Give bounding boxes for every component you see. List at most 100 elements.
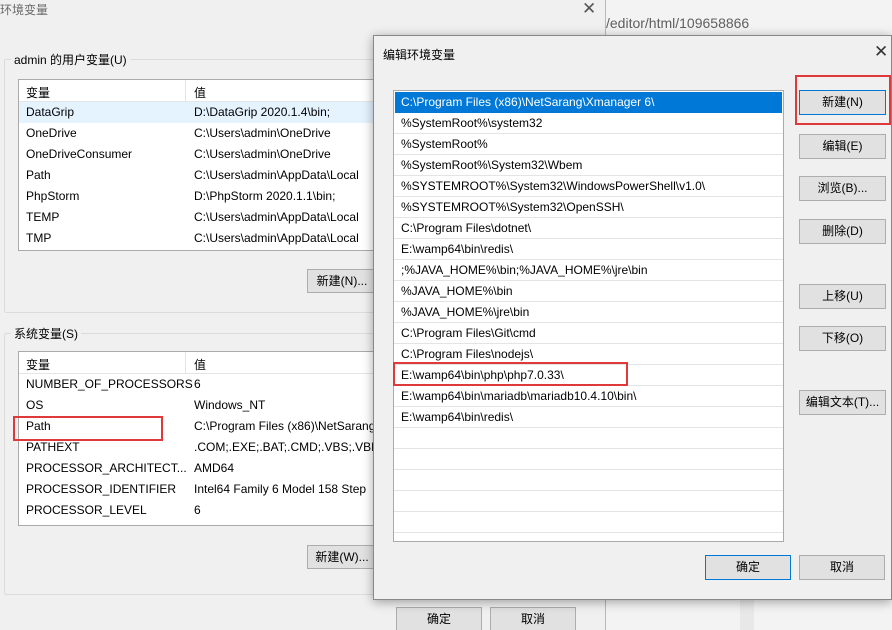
- edit-text-button[interactable]: 编辑文本(T)...: [799, 390, 886, 415]
- ok-button[interactable]: 确定: [705, 555, 791, 580]
- variable-name: OS: [26, 398, 44, 412]
- list-item[interactable]: C:\Program Files (x86)\NetSarang\Xmanage…: [395, 92, 782, 113]
- path-entries-list[interactable]: C:\Program Files (x86)\NetSarang\Xmanage…: [393, 90, 784, 542]
- list-item[interactable]: ;%JAVA_HOME%\bin;%JAVA_HOME%\jre\bin: [394, 260, 783, 281]
- table-row[interactable]: OneDriveConsumer C:\Users\admin\OneDrive: [19, 144, 377, 165]
- browse-button[interactable]: 浏览(B)...: [799, 176, 886, 201]
- list-item-empty[interactable]: [394, 470, 783, 491]
- variable-value: Windows_NT: [194, 398, 266, 412]
- close-icon[interactable]: ✕: [582, 0, 596, 19]
- list-item[interactable]: E:\wamp64\bin\redis\: [394, 239, 783, 260]
- variable-value: C:\Users\admin\AppData\Local: [194, 168, 359, 182]
- path-entry-text: %SystemRoot%\system32: [401, 116, 543, 130]
- path-entry-text: ;%JAVA_HOME%\bin;%JAVA_HOME%\jre\bin: [401, 263, 648, 277]
- variable-value: D:\DataGrip 2020.1.4\bin;: [194, 105, 331, 119]
- variable-name: DataGrip: [26, 105, 75, 119]
- list-header: 变量 值: [19, 352, 377, 374]
- variable-name: PROCESSOR_IDENTIFIER: [26, 482, 177, 496]
- list-item[interactable]: %SystemRoot%\System32\Wbem: [394, 155, 783, 176]
- list-item-empty[interactable]: [394, 491, 783, 512]
- variable-name: NUMBER_OF_PROCESSORS: [26, 377, 193, 391]
- list-item-empty[interactable]: [394, 428, 783, 449]
- list-item[interactable]: %SystemRoot%\system32: [394, 113, 783, 134]
- path-variable-highlight: [13, 416, 163, 441]
- move-down-button[interactable]: 下移(O): [799, 326, 886, 351]
- cancel-button[interactable]: 取消: [799, 555, 885, 580]
- path-entry-text: %SYSTEMROOT%\System32\OpenSSH\: [401, 200, 624, 214]
- column-divider[interactable]: [185, 352, 186, 374]
- php-path-highlight: [393, 362, 628, 386]
- env-dialog-title: 环境变量: [0, 3, 49, 17]
- variable-value: C:\Users\admin\OneDrive: [194, 147, 331, 161]
- list-item[interactable]: C:\Program Files\dotnet\: [394, 218, 783, 239]
- path-entry-text: E:\wamp64\bin\mariadb\mariadb10.4.10\bin…: [401, 389, 637, 403]
- path-entry-text: %SystemRoot%\System32\Wbem: [401, 158, 583, 172]
- list-item[interactable]: E:\wamp64\bin\mariadb\mariadb10.4.10\bin…: [394, 386, 783, 407]
- browser-scrollbar[interactable]: [740, 600, 754, 630]
- list-item[interactable]: %SystemRoot%: [394, 134, 783, 155]
- variable-name: TMP: [26, 231, 52, 245]
- path-entry-text: C:\Program Files\dotnet\: [401, 221, 532, 235]
- list-header: 变量 值: [19, 80, 377, 102]
- variable-name: PROCESSOR_ARCHITECT...: [26, 461, 187, 475]
- list-item[interactable]: %JAVA_HOME%\bin: [394, 281, 783, 302]
- move-up-button[interactable]: 上移(U): [799, 284, 886, 309]
- list-item-empty[interactable]: [394, 449, 783, 470]
- table-row[interactable]: Path C:\Users\admin\AppData\Local: [19, 165, 377, 186]
- table-row[interactable]: TMP C:\Users\admin\AppData\Local: [19, 228, 377, 249]
- table-row[interactable]: PROCESSOR_ARCHITECT... AMD64: [19, 458, 377, 479]
- table-row[interactable]: OS Windows_NT: [19, 395, 377, 416]
- table-row[interactable]: TEMP C:\Users\admin\AppData\Local: [19, 207, 377, 228]
- variable-value: 6: [194, 377, 201, 391]
- user-variables-label: admin 的用户变量(U): [14, 53, 127, 67]
- edit-dialog-title: 编辑环境变量: [383, 48, 456, 62]
- variable-value: C:\Program Files (x86)\NetSarang: [194, 419, 376, 433]
- list-item[interactable]: C:\Program Files\Git\cmd: [394, 323, 783, 344]
- path-entry-text: E:\wamp64\bin\redis\: [401, 410, 514, 424]
- system-new-button[interactable]: 新建(W)...: [307, 545, 377, 569]
- edit-path-button[interactable]: 编辑(E): [799, 134, 886, 159]
- variable-value: Intel64 Family 6 Model 158 Step: [194, 482, 367, 496]
- close-icon[interactable]: ✕: [874, 42, 888, 62]
- table-row[interactable]: PROCESSOR_LEVEL 6: [19, 500, 377, 521]
- variable-name: OneDrive: [26, 126, 77, 140]
- list-item[interactable]: %SYSTEMROOT%\System32\OpenSSH\: [394, 197, 783, 218]
- variable-value: D:\PhpStorm 2020.1.1\bin;: [194, 189, 336, 203]
- column-divider[interactable]: [185, 80, 186, 102]
- variable-value: .COM;.EXE;.BAT;.CMD;.VBS;.VBE: [194, 440, 378, 454]
- path-entry-text: %JAVA_HOME%\bin: [401, 284, 513, 298]
- table-row[interactable]: DataGrip D:\DataGrip 2020.1.4\bin;: [19, 102, 377, 123]
- path-entry-text: C:\Program Files\Git\cmd: [401, 326, 536, 340]
- variable-value: C:\Users\admin\OneDrive: [194, 126, 331, 140]
- list-item[interactable]: E:\wamp64\bin\redis\: [394, 407, 783, 428]
- path-entry-text: %JAVA_HOME%\jre\bin: [401, 305, 530, 319]
- table-row[interactable]: PROCESSOR_IDENTIFIER Intel64 Family 6 Mo…: [19, 479, 377, 500]
- variable-name: PATHEXT: [26, 440, 80, 454]
- table-row[interactable]: PhpStorm D:\PhpStorm 2020.1.1\bin;: [19, 186, 377, 207]
- user-variables-list[interactable]: 变量 值 DataGrip D:\DataGrip 2020.1.4\bin; …: [18, 79, 378, 251]
- list-item[interactable]: %JAVA_HOME%\jre\bin: [394, 302, 783, 323]
- variable-value: C:\Users\admin\AppData\Local: [194, 210, 359, 224]
- column-header-value[interactable]: 值: [194, 84, 206, 101]
- env-ok-button[interactable]: 确定: [396, 607, 482, 630]
- variable-value: 6: [194, 503, 201, 517]
- variable-name: PhpStorm: [26, 189, 80, 203]
- table-row[interactable]: OneDrive C:\Users\admin\OneDrive: [19, 123, 377, 144]
- path-entry-text: E:\wamp64\bin\redis\: [401, 242, 514, 256]
- delete-path-button[interactable]: 删除(D): [799, 219, 886, 244]
- column-header-variable[interactable]: 变量: [26, 84, 50, 101]
- variable-value: C:\Users\admin\AppData\Local: [194, 231, 359, 245]
- table-row[interactable]: NUMBER_OF_PROCESSORS 6: [19, 374, 377, 395]
- path-entry-text: %SystemRoot%: [401, 137, 488, 151]
- column-header-value[interactable]: 值: [194, 356, 206, 373]
- list-item[interactable]: %SYSTEMROOT%\System32\WindowsPowerShell\…: [394, 176, 783, 197]
- env-cancel-button[interactable]: 取消: [490, 607, 576, 630]
- path-entry-text: C:\Program Files\nodejs\: [401, 347, 534, 361]
- user-new-button[interactable]: 新建(N)...: [307, 269, 377, 293]
- system-variables-label: 系统变量(S): [14, 327, 78, 341]
- list-item-empty[interactable]: [394, 512, 783, 533]
- path-entry-text: C:\Program Files (x86)\NetSarang\Xmanage…: [401, 95, 655, 109]
- variable-name: OneDriveConsumer: [26, 147, 133, 161]
- browser-url-text: /editor/html/109658866: [606, 15, 750, 31]
- column-header-variable[interactable]: 变量: [26, 356, 50, 373]
